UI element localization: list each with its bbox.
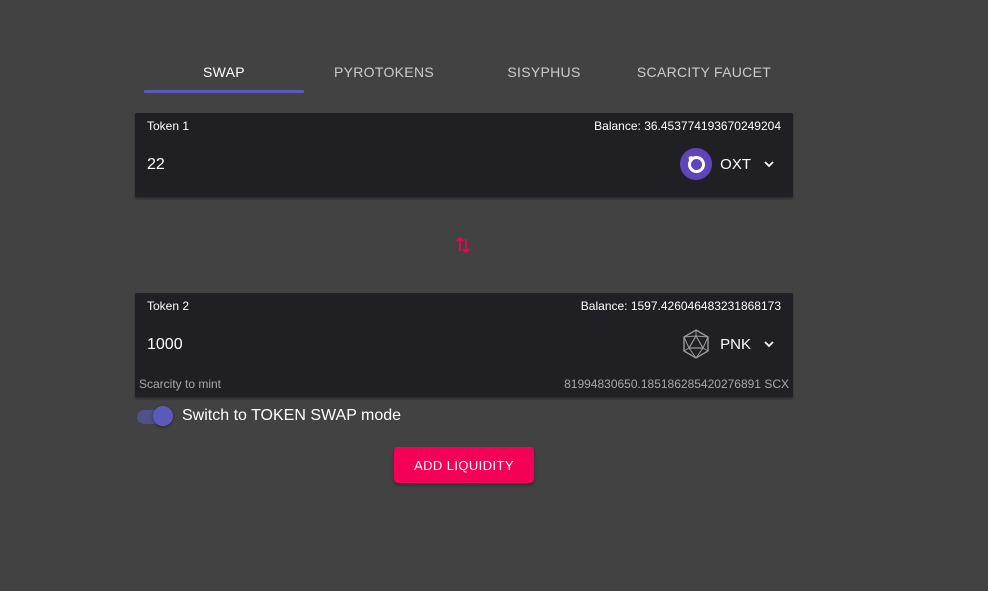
swap-mode-toggle[interactable] [137,405,173,427]
add-liquidity-button[interactable]: ADD LIQUIDITY [394,447,534,483]
token2-card: Token 2 Balance: 1597.426046483231868173… [135,293,793,397]
chevron-down-icon [763,338,775,350]
tab-sisyphus[interactable]: SISYPHUS [464,52,624,92]
token2-label: Token 2 [147,299,190,313]
swap-vertical-icon[interactable] [455,235,473,255]
token1-select[interactable]: OXT [680,147,775,181]
orchid-logo-icon [680,148,713,180]
swap-mode-toggle-label: Switch to TOKEN SWAP mode [182,407,402,424]
tab-bar: SWAP PYROTOKENS SISYPHUS SCARCITY FAUCET [144,52,784,94]
tab-pyrotokens[interactable]: PYROTOKENS [304,52,464,92]
tab-swap[interactable]: SWAP [144,52,304,92]
toggle-thumb [153,406,173,426]
token1-symbol: OXT [720,155,751,173]
token2-symbol: PNK [720,335,751,353]
chevron-down-icon [763,158,775,170]
token2-amount-input[interactable] [147,333,547,357]
token2-balance: Balance: 1597.426046483231868173 [580,299,781,313]
token1-card: Token 1 Balance: 36.453774193670249204 O… [135,113,793,197]
scarcity-to-mint-value: 81994830650.185186285420276891 SCX [564,377,789,391]
token1-label: Token 1 [147,119,190,133]
scarcity-to-mint-label: Scarcity to mint [139,377,222,391]
token1-balance: Balance: 36.453774193670249204 [594,119,781,133]
active-tab-indicator [144,90,304,93]
swap-mode-toggle-row: Switch to TOKEN SWAP mode [137,404,401,428]
token2-select[interactable]: PNK [680,327,775,361]
token1-amount-input[interactable] [147,153,547,177]
tab-scarcity-faucet[interactable]: SCARCITY FAUCET [624,52,784,92]
kleros-logo-icon [680,328,712,360]
